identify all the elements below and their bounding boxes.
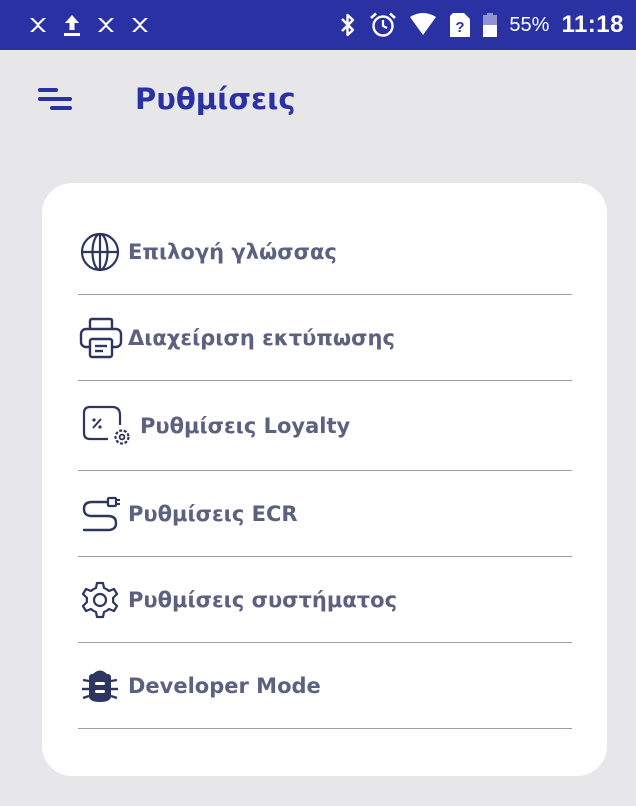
loyalty-settings-icon: [78, 402, 140, 450]
upload-icon: [62, 13, 82, 37]
battery-icon: [483, 13, 498, 37]
clock: 11:18: [561, 11, 624, 38]
settings-item-label: Διαχείριση εκτύπωσης: [128, 325, 395, 350]
battery-percent: 55%: [509, 13, 550, 36]
menu-icon[interactable]: [36, 85, 76, 115]
settings-card: Επιλογή γλώσσας Διαχείριση εκτύπωσης Ρυθ…: [42, 183, 607, 776]
svg-text:?: ?: [456, 19, 465, 36]
settings-item-ecr[interactable]: Ρυθμίσεις ECR: [78, 471, 572, 557]
globe-icon: [78, 228, 128, 276]
status-bar: ? 55% 11:18: [0, 0, 636, 50]
printer-icon: [78, 314, 128, 362]
app-notification-icon-3: [130, 15, 150, 35]
settings-item-system[interactable]: Ρυθμίσεις συστήματος: [78, 557, 572, 643]
settings-item-developer[interactable]: Developer Mode: [78, 643, 572, 729]
settings-item-loyalty[interactable]: Ρυθμίσεις Loyalty: [78, 381, 572, 471]
gear-icon: [78, 576, 128, 624]
ecr-cable-icon: [78, 490, 128, 538]
no-sim-icon: ?: [449, 12, 471, 38]
app-notification-icon-2: [96, 15, 116, 35]
settings-item-language[interactable]: Επιλογή γλώσσας: [78, 209, 572, 295]
app-header: Ρυθμίσεις: [0, 50, 636, 150]
settings-item-label: Ρυθμίσεις συστήματος: [128, 587, 398, 612]
status-system: ? 55% 11:18: [339, 8, 624, 42]
page-title: Ρυθμίσεις: [135, 82, 296, 116]
bug-icon: [78, 662, 128, 710]
status-notifications: [28, 11, 150, 39]
settings-item-printing[interactable]: Διαχείριση εκτύπωσης: [78, 295, 572, 381]
bluetooth-icon: [339, 12, 357, 38]
settings-item-label: Developer Mode: [128, 673, 321, 698]
wifi-icon: [409, 13, 437, 37]
alarm-icon: [369, 11, 397, 39]
settings-item-label: Ρυθμίσεις ECR: [128, 501, 298, 526]
settings-item-label: Επιλογή γλώσσας: [128, 239, 337, 264]
app-notification-icon: [28, 15, 48, 35]
settings-item-label: Ρυθμίσεις Loyalty: [140, 413, 351, 438]
